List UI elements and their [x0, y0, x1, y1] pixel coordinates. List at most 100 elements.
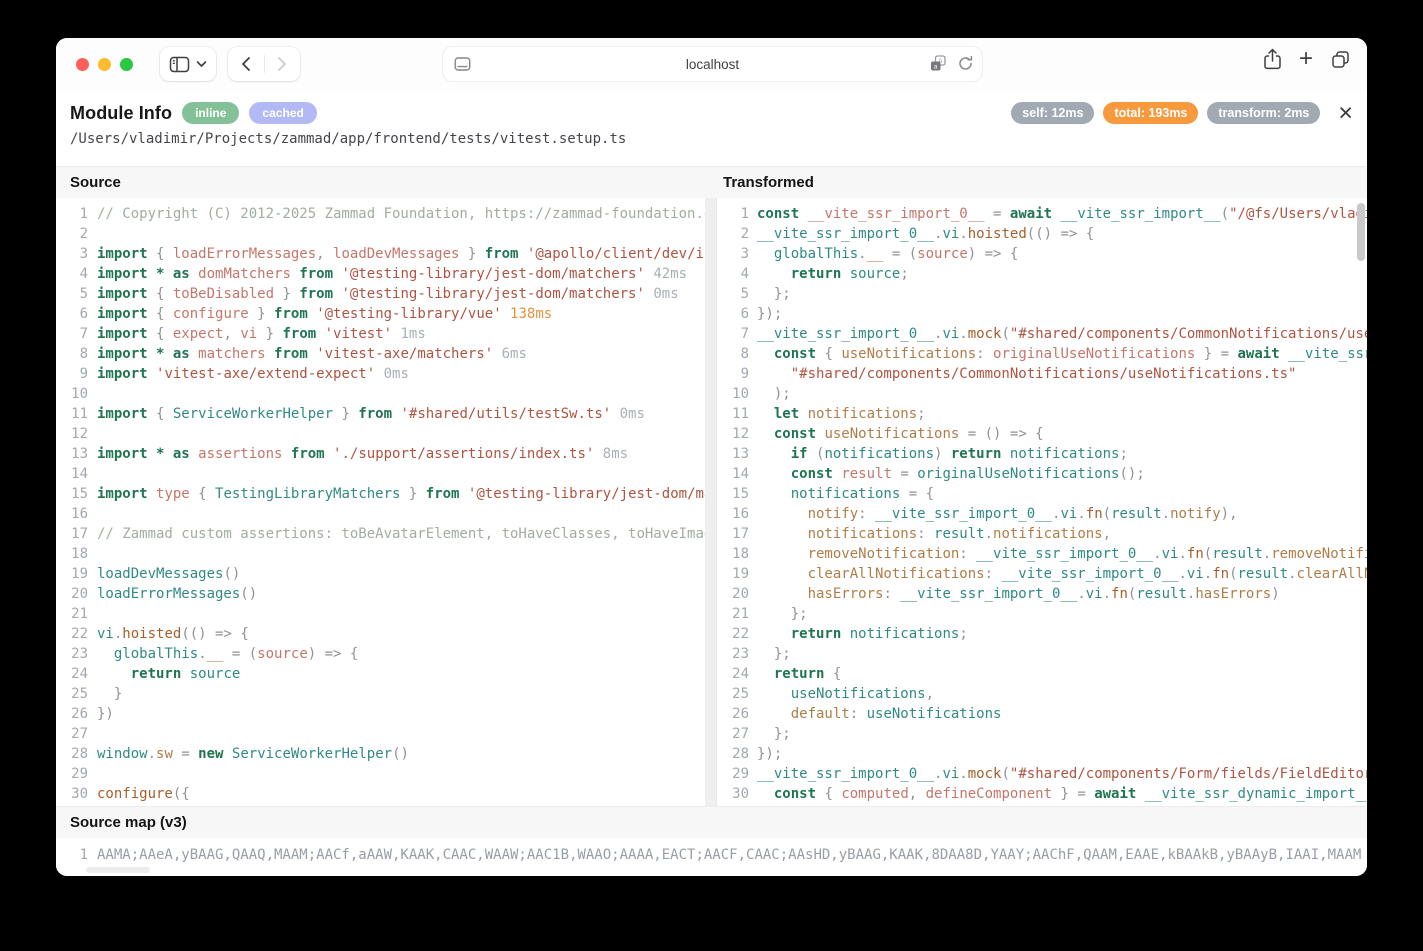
panel-headers: Source Transformed: [56, 166, 1367, 198]
tab-overview-button[interactable]: [1330, 49, 1351, 70]
source-panel-title: Source: [70, 174, 717, 191]
url-text: localhost: [686, 57, 739, 72]
code-line: 22vi.hoisted(() => {: [66, 624, 716, 644]
code-line: 8 const { useNotifications: originalUseN…: [729, 344, 1367, 364]
browser-window: localhost A a: [56, 38, 1367, 876]
module-badge-inline: inline: [182, 102, 239, 124]
source-scrollbar[interactable]: [705, 198, 716, 806]
code-line: 20loadErrorMessages(): [66, 584, 716, 604]
code-line: 7import { expect, vi } from 'vitest' 1ms: [66, 324, 716, 344]
window-controls: [76, 58, 133, 71]
source-code-panel[interactable]: 1// Copyright (C) 2012-2025 Zammad Found…: [56, 198, 716, 806]
close-window-button[interactable]: [76, 58, 89, 71]
code-line: 24 return source: [66, 664, 716, 684]
code-line: 9import 'vitest-axe/extend-expect' 0ms: [66, 364, 716, 384]
code-line: 15import type { TestingLibraryMatchers }…: [66, 484, 716, 504]
code-line: 11 let notifications;: [729, 404, 1367, 424]
maximize-window-button[interactable]: [120, 58, 133, 71]
chevron-down-icon: [196, 60, 207, 68]
sidebar-toggle-group: [160, 47, 216, 81]
translate-icon: A a: [929, 55, 948, 72]
code-line: 8import * as matchers from 'vitest-axe/m…: [66, 344, 716, 364]
code-line: 25 }: [66, 684, 716, 704]
page-reader-icon: [454, 56, 471, 72]
minimize-window-button[interactable]: [98, 58, 111, 71]
code-line: 13import * as assertions from './support…: [66, 444, 716, 464]
toolbar-right-group: +: [1263, 47, 1351, 71]
code-line: 19 clearAllNotifications: __vite_ssr_imp…: [729, 564, 1367, 584]
sourcemap-header: Source map (v3): [56, 806, 1367, 838]
sidebar-toggle-button[interactable]: [169, 55, 190, 74]
chevron-left-icon: [241, 56, 251, 72]
code-line: 10 );: [729, 384, 1367, 404]
sourcemap-hscrollbar-thumb[interactable]: [86, 867, 150, 873]
transformed-panel-title: Transformed: [723, 174, 814, 191]
code-line: 16: [66, 504, 716, 524]
module-badge-cached: cached: [249, 102, 316, 124]
reload-button[interactable]: [957, 55, 974, 72]
new-tab-button[interactable]: +: [1299, 47, 1313, 71]
nav-button-group: [228, 47, 300, 81]
code-line: 22 return notifications;: [729, 624, 1367, 644]
translate-button[interactable]: A a: [929, 55, 948, 72]
code-line: 30 const { computed, defineComponent } =…: [729, 784, 1367, 804]
reload-icon: [957, 55, 974, 72]
svg-text:a: a: [934, 63, 938, 70]
sourcemap-mappings: AAMA;AAeA,yBAAG,QAAQ,MAAM;AACf,aAAW,KAAK…: [97, 845, 1361, 865]
code-line: 7__vite_ssr_import_0__.vi.mock("#shared/…: [729, 324, 1367, 344]
close-button[interactable]: ×: [1338, 103, 1353, 123]
nav-divider: [264, 55, 265, 73]
code-line: 4 return source;: [729, 264, 1367, 284]
code-line: 2: [66, 224, 716, 244]
code-line: 4import * as domMatchers from '@testing-…: [66, 264, 716, 284]
code-line: 19loadDevMessages(): [66, 564, 716, 584]
code-line: 6import { configure } from '@testing-lib…: [66, 304, 716, 324]
code-line: 2__vite_ssr_import_0__.vi.hoisted(() => …: [729, 224, 1367, 244]
page-settings-button[interactable]: [454, 56, 471, 72]
code-line: 1// Copyright (C) 2012-2025 Zammad Found…: [66, 204, 716, 224]
code-line: 29__vite_ssr_import_0__.vi.mock("#shared…: [729, 764, 1367, 784]
code-line: 10: [66, 384, 716, 404]
code-line: 27 };: [729, 724, 1367, 744]
sidebar-icon: [169, 55, 190, 74]
code-line: 26 default: useNotifications: [729, 704, 1367, 724]
sourcemap-line: 1 AAMA;AAeA,yBAAG,QAAQ,MAAM;AACf,aAAW,KA…: [66, 845, 1367, 865]
tab-overview-icon: [1330, 49, 1351, 70]
code-line: 30configure({: [66, 784, 716, 804]
code-line: 12 const useNotifications = () => {: [729, 424, 1367, 444]
sourcemap-line-area[interactable]: 1 AAMA;AAeA,yBAAG,QAAQ,MAAM;AACf,aAAW,KA…: [56, 838, 1367, 876]
transformed-code-panel[interactable]: 1const __vite_ssr_import_0__ = await __v…: [717, 198, 1367, 806]
share-button[interactable]: [1263, 48, 1282, 71]
code-line: 14: [66, 464, 716, 484]
code-line: 16 notify: __vite_ssr_import_0__.vi.fn(r…: [729, 504, 1367, 524]
code-line: 20 hasErrors: __vite_ssr_import_0__.vi.f…: [729, 584, 1367, 604]
code-line: 21: [66, 604, 716, 624]
code-line: 27: [66, 724, 716, 744]
code-line: 3import { loadErrorMessages, loadDevMess…: [66, 244, 716, 264]
sidebar-menu-button[interactable]: [196, 60, 207, 68]
code-line: 13 if (notifications) return notificatio…: [729, 444, 1367, 464]
code-line: 24 return {: [729, 664, 1367, 684]
code-line: 23 globalThis.__ = (source) => {: [66, 644, 716, 664]
address-bar[interactable]: localhost A a: [443, 47, 982, 81]
chevron-right-icon: [277, 56, 287, 72]
code-line: 17// Zammad custom assertions: toBeAvata…: [66, 524, 716, 544]
code-line: 18 removeNotification: __vite_ssr_import…: [729, 544, 1367, 564]
code-line: 5 };: [729, 284, 1367, 304]
code-line: 23 };: [729, 644, 1367, 664]
sourcemap-title: Source map (v3): [70, 814, 187, 831]
code-line: 28window.sw = new ServiceWorkerHelper(): [66, 744, 716, 764]
code-line: 11import { ServiceWorkerHelper } from '#…: [66, 404, 716, 424]
forward-button[interactable]: [277, 56, 287, 72]
code-line: 9 "#shared/components/CommonNotification…: [729, 364, 1367, 384]
code-line: 17 notifications: result.notifications,: [729, 524, 1367, 544]
transformed-scrollbar-thumb[interactable]: [1357, 203, 1365, 261]
code-line: 25 useNotifications,: [729, 684, 1367, 704]
back-button[interactable]: [241, 56, 251, 72]
plus-icon: +: [1299, 47, 1313, 71]
code-line: 14 const result = originalUseNotificatio…: [729, 464, 1367, 484]
code-line: 28});: [729, 744, 1367, 764]
code-line: 3 globalThis.__ = (source) => {: [729, 244, 1367, 264]
code-line: 12: [66, 424, 716, 444]
stat-badge-self: self: 12ms: [1011, 102, 1094, 124]
